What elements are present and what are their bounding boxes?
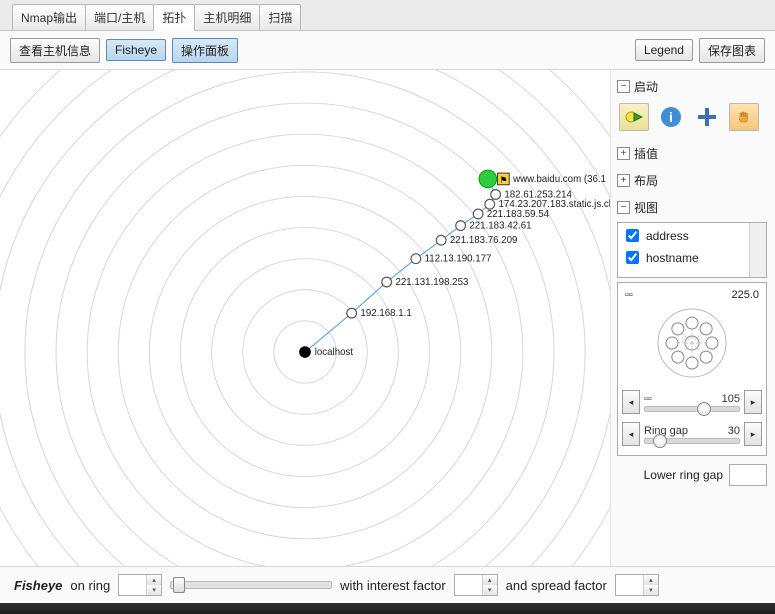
- control-panel-button[interactable]: 操作面板: [172, 38, 238, 63]
- add-button[interactable]: [693, 104, 721, 130]
- group-start-label: 启动: [634, 78, 658, 95]
- slider2-rail[interactable]: [644, 438, 740, 444]
- go-arrow-icon: [625, 110, 643, 124]
- slider1-left[interactable]: ◂: [622, 390, 640, 414]
- group-view-header[interactable]: − 视图: [617, 197, 767, 218]
- toolbar: 查看主机信息 Fisheye 操作面板 Legend 保存图表: [0, 31, 775, 70]
- scrollbar[interactable]: [749, 223, 766, 277]
- svg-text:221.183.76.209: 221.183.76.209: [450, 235, 518, 246]
- ring-preview-value: 225.0: [731, 289, 759, 301]
- view-option-hostname[interactable]: hostname: [622, 248, 745, 267]
- fisheye-slider[interactable]: [170, 581, 332, 589]
- address-checkbox[interactable]: [626, 229, 639, 242]
- on-ring-label: on ring: [70, 578, 110, 593]
- topology-node[interactable]: localhost: [300, 347, 353, 358]
- tab-ports-hosts[interactable]: 端口/主机: [85, 4, 154, 30]
- slider1-right[interactable]: ▸: [744, 390, 762, 414]
- ring-controls: ▫▫ 225.0 ◂ ▫▫ 105: [617, 282, 767, 456]
- spinner-up[interactable]: ▴: [644, 575, 658, 585]
- ring-preview-diagram: [649, 305, 735, 381]
- spinner-down[interactable]: ▾: [483, 585, 497, 595]
- taskbar: [0, 603, 775, 614]
- lower-ring-gap-input[interactable]: [729, 464, 767, 486]
- slider2-right[interactable]: ▸: [744, 422, 762, 446]
- svg-text:182.61.253.214: 182.61.253.214: [504, 189, 572, 200]
- legend-button[interactable]: Legend: [635, 39, 693, 61]
- group-interpolation-label: 插值: [634, 145, 658, 162]
- svg-text:221.183.59.54: 221.183.59.54: [487, 209, 550, 220]
- group-layout-header[interactable]: + 布局: [617, 170, 767, 191]
- svg-text:192.168.1.1: 192.168.1.1: [360, 308, 411, 319]
- tab-scan[interactable]: 扫描: [259, 4, 301, 30]
- side-panel: − 启动 i: [610, 70, 775, 566]
- svg-text:221.183.42.61: 221.183.42.61: [469, 221, 531, 232]
- fisheye-bar: Fisheye on ring ▴▾ with interest factor …: [0, 566, 775, 603]
- hand-tool-button[interactable]: [729, 103, 759, 131]
- group-view-label: 视图: [634, 199, 658, 216]
- plus-icon: [696, 106, 718, 128]
- spread-factor-label: and spread factor: [506, 578, 607, 593]
- spinner-down[interactable]: ▾: [644, 585, 658, 595]
- hand-icon: [736, 109, 752, 125]
- slider2-left[interactable]: ◂: [622, 422, 640, 446]
- slider2-knob[interactable]: [653, 434, 667, 448]
- info-icon: i: [660, 106, 682, 128]
- expand-icon: +: [617, 147, 630, 160]
- expand-icon: +: [617, 174, 630, 187]
- group-interpolation-header[interactable]: + 插值: [617, 143, 767, 164]
- topology-canvas[interactable]: localhost 192.168.1.1 221.131.198.253 112.1…: [0, 70, 610, 566]
- topology-node[interactable]: 221.131.198.253: [382, 277, 469, 288]
- slider1-knob[interactable]: [697, 402, 711, 416]
- lower-ring-gap-label: Lower ring gap: [644, 468, 723, 482]
- collapse-icon: −: [617, 80, 630, 93]
- topology-node[interactable]: 174.23.207.183.static.js.chinamob: [485, 199, 610, 210]
- topology-node[interactable]: 221.183.76.209: [436, 235, 517, 246]
- fisheye-slider-knob[interactable]: [173, 577, 185, 593]
- spinner-up[interactable]: ▴: [483, 575, 497, 585]
- interest-factor-spinner[interactable]: ▴▾: [454, 574, 498, 596]
- info-button[interactable]: i: [657, 104, 685, 130]
- group-layout-label: 布局: [634, 172, 658, 189]
- topology-node[interactable]: ⚑ www.baidu.com (36.1: [479, 170, 606, 188]
- slider2-value: 30: [728, 425, 740, 437]
- tab-topology[interactable]: 拓扑: [153, 4, 195, 31]
- topology-node[interactable]: 221.183.59.54: [473, 209, 549, 220]
- view-options-list: address hostname: [617, 222, 767, 278]
- on-ring-spinner[interactable]: ▴▾: [118, 574, 162, 596]
- fisheye-button[interactable]: Fisheye: [106, 39, 166, 61]
- spread-factor-spinner[interactable]: ▴▾: [615, 574, 659, 596]
- collapse-icon: −: [617, 201, 630, 214]
- ring-preview-marks: ▫▫: [625, 289, 633, 301]
- view-option-address[interactable]: address: [622, 226, 745, 245]
- svg-text:221.131.198.253: 221.131.198.253: [395, 277, 468, 288]
- svg-text:i: i: [669, 109, 673, 125]
- svg-text:112.13.190.177: 112.13.190.177: [425, 254, 492, 265]
- start-go-button[interactable]: [619, 103, 649, 131]
- hostname-checkbox[interactable]: [626, 251, 639, 264]
- topology-node[interactable]: 112.13.190.177: [411, 254, 491, 265]
- svg-text:174.23.207.183.static.js.china: 174.23.207.183.static.js.chinamob: [499, 199, 610, 210]
- top-tabs: Nmap输出 端口/主机 拓扑 主机明细 扫描: [0, 0, 775, 31]
- spinner-down[interactable]: ▾: [147, 585, 161, 595]
- slider1-value: 105: [722, 393, 740, 405]
- slider1-rail[interactable]: [644, 406, 740, 412]
- spinner-up[interactable]: ▴: [147, 575, 161, 585]
- fisheye-label: Fisheye: [14, 578, 62, 593]
- topology-node[interactable]: 221.183.42.61: [456, 221, 532, 232]
- svg-text:localhost: localhost: [315, 347, 354, 358]
- slider1-marks: ▫▫: [644, 393, 652, 405]
- svg-text:www.baidu.com (36.1: www.baidu.com (36.1: [512, 174, 606, 185]
- view-host-info-button[interactable]: 查看主机信息: [10, 38, 100, 63]
- tab-nmap-output[interactable]: Nmap输出: [12, 4, 86, 30]
- tab-host-details[interactable]: 主机明细: [194, 4, 260, 30]
- slider2-label: Ring gap: [644, 425, 688, 437]
- group-start-header[interactable]: − 启动: [617, 76, 767, 97]
- svg-text:⚑: ⚑: [499, 175, 507, 185]
- save-graph-button[interactable]: 保存图表: [699, 38, 765, 63]
- interest-factor-label: with interest factor: [340, 578, 446, 593]
